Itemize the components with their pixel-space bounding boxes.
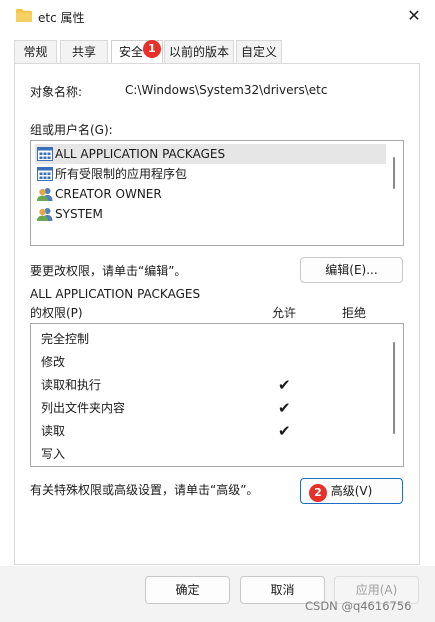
list-item-label: ALL APPLICATION PACKAGES xyxy=(55,147,226,161)
close-icon: ✕ xyxy=(407,6,421,25)
list-item[interactable]: 所有受限制的应用程序包 xyxy=(35,164,386,184)
list-item[interactable]: CREATOR OWNER xyxy=(35,184,386,204)
object-name-value: C:\Windows\System32\drivers\etc xyxy=(125,83,328,97)
permission-row: 列出文件夹内容 xyxy=(41,401,126,415)
user-group-icon xyxy=(37,208,53,221)
list-item-label: 所有受限制的应用程序包 xyxy=(55,167,188,181)
permission-row: 完全控制 xyxy=(41,332,90,346)
allow-check: ✔ xyxy=(278,422,291,440)
permission-row: 读取和执行 xyxy=(41,378,102,392)
object-name-label: 对象名称: xyxy=(30,85,83,99)
list-item-label: CREATOR OWNER xyxy=(55,187,162,201)
advanced-hint: 有关特殊权限或高级设置，请单击“高级”。 xyxy=(30,483,259,497)
groups-label: 组或用户名(G): xyxy=(30,123,113,137)
tab-previous-versions[interactable]: 以前的版本 xyxy=(164,40,234,64)
tab-customize[interactable]: 自定义 xyxy=(236,40,282,64)
permission-row: 读取 xyxy=(41,424,66,438)
groups-scrollbar[interactable] xyxy=(393,157,395,189)
title-bar: etc 属性 ✕ xyxy=(0,0,435,36)
tab-sharing[interactable]: 共享 xyxy=(60,40,108,64)
user-group-icon xyxy=(37,188,53,201)
permissions-list[interactable]: 完全控制 修改 读取和执行 列出文件夹内容 读取 写入 ✔ ✔ ✔ xyxy=(30,323,404,467)
app-packages-icon xyxy=(37,147,53,161)
watermark-text: CSDN @q4616756 xyxy=(305,599,412,613)
allow-check: ✔ xyxy=(278,376,291,394)
annotation-badge-2: 2 xyxy=(309,484,327,502)
close-button[interactable]: ✕ xyxy=(400,4,428,28)
edit-hint: 要更改权限，请单击“编辑”。 xyxy=(30,264,187,278)
groups-list[interactable]: ALL APPLICATION PACKAGES 所有受限制的应用程序包 CRE… xyxy=(30,140,404,246)
permission-row: 写入 xyxy=(41,447,66,461)
ok-button[interactable]: 确定 xyxy=(145,576,230,604)
list-item[interactable]: SYSTEM xyxy=(35,204,386,224)
deny-header: 拒绝 xyxy=(342,306,367,320)
list-item-label: SYSTEM xyxy=(55,207,103,221)
window-title: etc 属性 xyxy=(38,11,85,25)
permissions-scrollbar[interactable] xyxy=(393,342,395,434)
allow-check: ✔ xyxy=(278,399,291,417)
list-item[interactable]: ALL APPLICATION PACKAGES xyxy=(35,144,386,164)
app-packages-icon xyxy=(37,167,53,181)
annotation-badge-1: 1 xyxy=(143,40,161,58)
tab-bar: 常规 共享 安全 以前的版本 自定义 xyxy=(0,40,435,65)
allow-header: 允许 xyxy=(272,306,297,320)
edit-button[interactable]: 编辑(E)... xyxy=(300,257,403,283)
permission-row: 修改 xyxy=(41,355,66,369)
permissions-subject: ALL APPLICATION PACKAGES xyxy=(30,287,201,301)
tab-general[interactable]: 常规 xyxy=(14,40,57,64)
folder-icon xyxy=(16,9,32,22)
permissions-label: 的权限(P) xyxy=(30,306,83,320)
